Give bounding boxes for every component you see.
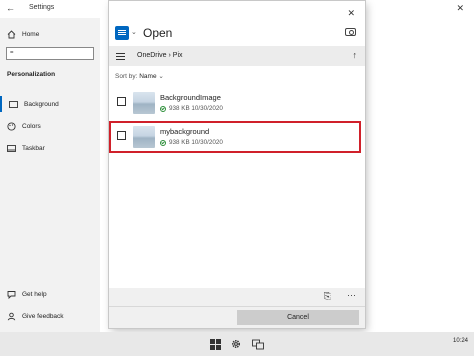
settings-gear-icon[interactable] <box>229 337 243 351</box>
file-name: BackgroundImage <box>160 93 221 102</box>
sort-label: Sort by: <box>115 73 138 80</box>
dialog-close-icon[interactable]: ✕ <box>347 8 355 19</box>
file-checkbox[interactable] <box>117 131 126 140</box>
sidebar-item-label: Home <box>22 30 40 38</box>
taskbar: 10:24 <box>0 332 474 356</box>
sidebar-item-home[interactable]: Home <box>0 26 100 42</box>
file-date: 10/30/2020 <box>191 139 223 146</box>
file-thumbnail <box>133 92 155 114</box>
give-feedback-link[interactable]: Give feedback <box>0 308 100 324</box>
camera-icon[interactable] <box>345 28 356 36</box>
sidebar-item-background[interactable]: Background <box>0 96 102 112</box>
back-arrow-icon[interactable]: ← <box>6 3 15 13</box>
cancel-button[interactable]: Cancel <box>237 310 359 325</box>
file-checkbox[interactable] <box>117 97 126 106</box>
app-icon[interactable] <box>115 26 129 40</box>
file-thumbnail <box>133 126 155 148</box>
file-item-selected[interactable]: mybackground 938 KB 10/30/2020 <box>109 121 361 153</box>
sidebar-item-colors[interactable]: Colors <box>0 118 100 134</box>
file-size: 938 KB <box>169 105 190 112</box>
dialog-footer: ⎘ ··· Cancel <box>109 288 365 328</box>
chevron-down-icon: ⌄ <box>158 73 164 80</box>
location-bar: OneDrive › Pix ↑ <box>109 46 365 66</box>
file-meta: 938 KB 10/30/2020 <box>160 105 223 112</box>
task-view-icon[interactable] <box>251 337 265 351</box>
help-chat-icon <box>6 289 16 299</box>
sync-check-icon <box>160 105 166 112</box>
get-help-link[interactable]: Get help <box>0 286 100 302</box>
file-size: 938 KB <box>169 139 190 146</box>
sidebar-item-label: Colors <box>22 122 41 130</box>
breadcrumb[interactable]: OneDrive › Pix <box>137 52 183 59</box>
file-date: 10/30/2020 <box>191 105 223 112</box>
settings-close-icon[interactable]: ✕ <box>456 3 464 14</box>
sidebar-item-label: Taskbar <box>22 144 45 152</box>
footer-divider <box>109 306 365 307</box>
more-options-icon[interactable]: ··· <box>347 290 356 300</box>
sort-control[interactable]: Sort by: Name ⌄ <box>115 72 164 80</box>
settings-sidebar: Home = Personalization Background Colors… <box>0 18 100 332</box>
section-heading: Personalization <box>7 71 56 78</box>
taskbar-clock: 10:24 <box>452 338 468 344</box>
up-arrow-icon[interactable]: ↑ <box>353 50 358 60</box>
get-help-label: Get help <box>22 290 47 298</box>
settings-title: Settings <box>29 4 55 11</box>
settings-search-input[interactable]: = <box>6 47 94 60</box>
file-item[interactable]: BackgroundImage 938 KB 10/30/2020 <box>109 87 365 119</box>
sort-value: Name <box>139 73 157 80</box>
home-icon <box>6 29 16 39</box>
open-file-icon[interactable]: ⎘ <box>324 291 331 302</box>
feedback-icon <box>6 311 16 321</box>
open-file-dialog: ✕ ⌄ Open OneDrive › Pix ↑ Sort by: Name … <box>109 1 365 328</box>
image-icon <box>8 99 18 109</box>
sync-check-icon <box>160 139 166 146</box>
dialog-title: Open <box>143 26 173 40</box>
chevron-down-icon[interactable]: ⌄ <box>131 28 137 36</box>
sidebar-item-taskbar[interactable]: Taskbar <box>0 140 100 156</box>
file-meta: 938 KB 10/30/2020 <box>160 139 223 146</box>
sidebar-item-label: Background <box>24 100 59 108</box>
palette-icon <box>6 121 16 131</box>
taskbar-icon <box>6 143 16 153</box>
file-name: mybackground <box>160 127 210 136</box>
hamburger-menu-icon[interactable] <box>116 53 125 54</box>
windows-start-icon[interactable] <box>208 337 222 351</box>
give-feedback-label: Give feedback <box>22 312 64 320</box>
